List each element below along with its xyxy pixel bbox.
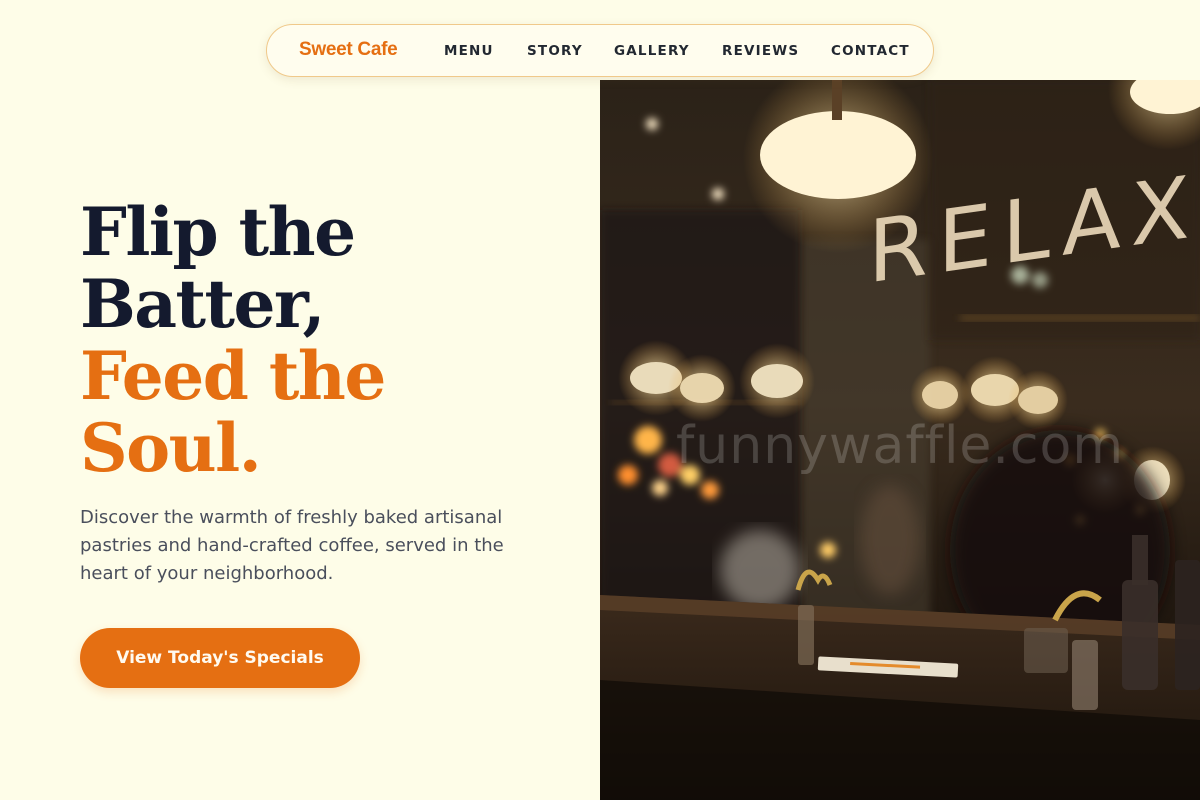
hero-headline: Flip the Batter, Feed the Soul. bbox=[80, 196, 560, 484]
view-specials-button[interactable]: View Today's Specials bbox=[80, 628, 360, 688]
top-nav: Sweet Cafe MENU STORY GALLERY REVIEWS CO… bbox=[266, 24, 934, 77]
nav-link-gallery[interactable]: GALLERY bbox=[614, 43, 690, 59]
nav-link-menu[interactable]: MENU bbox=[444, 43, 494, 59]
headline-line-4: Soul. bbox=[80, 409, 262, 487]
headline-line-2: Batter, bbox=[80, 265, 325, 343]
hero-cafe-photo: RELAX funnywaffle.com bbox=[600, 80, 1200, 800]
pendant-lamp-icon bbox=[760, 111, 916, 199]
brand-logo-link[interactable]: Sweet Cafe bbox=[299, 39, 398, 61]
headline-line-3: Feed the bbox=[80, 337, 386, 415]
cafe-interior-illustration: RELAX bbox=[600, 80, 1200, 800]
nav-link-reviews[interactable]: REVIEWS bbox=[722, 43, 799, 59]
headline-line-1: Flip the bbox=[80, 193, 356, 271]
nav-link-story[interactable]: STORY bbox=[527, 43, 583, 59]
hero-subtext: Discover the warmth of freshly baked art… bbox=[80, 507, 504, 584]
nav-link-contact[interactable]: CONTACT bbox=[831, 43, 910, 59]
